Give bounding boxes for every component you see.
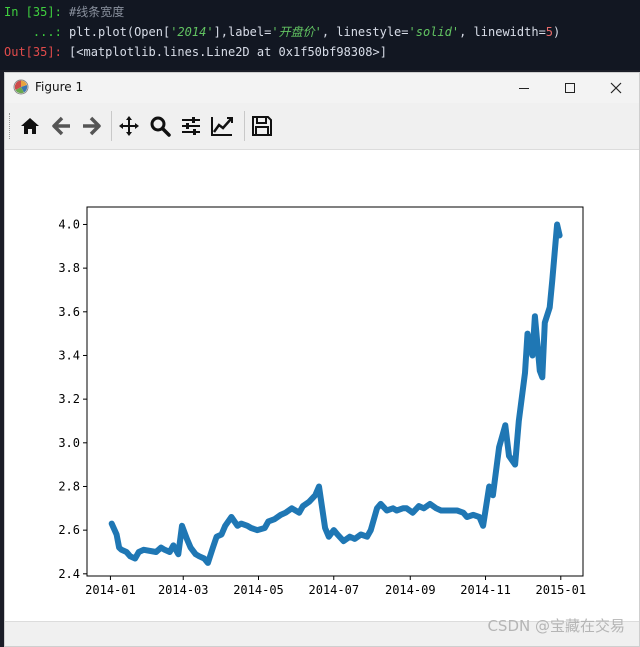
x-tick-label: 2014-03 (158, 583, 209, 597)
series-line (108, 221, 563, 566)
code-comment: #线条宽度 (69, 5, 125, 19)
figure-window: Figure 1 2.4 2.6 2.8 3.0 3.2 3.4 3.6 3.8… (4, 72, 640, 647)
zoom-button[interactable] (146, 112, 174, 140)
edit-axis-icon (211, 117, 233, 136)
code-part: , linestyle= (321, 25, 409, 39)
navigation-toolbar (5, 103, 639, 150)
configure-subplots-button[interactable] (177, 112, 205, 140)
console-code-line: ...: plt.plot(Open['2014'],label='开盘价', … (4, 22, 560, 42)
minimize-icon (519, 88, 529, 89)
y-tick-label: 3.0 (58, 436, 80, 450)
edit-axis-button[interactable] (208, 112, 236, 140)
maximize-button[interactable] (547, 73, 593, 103)
y-tick-label: 3.6 (58, 305, 80, 319)
y-tick-label: 3.2 (58, 392, 80, 406)
zoom-icon (150, 116, 171, 137)
code-part: ) (553, 25, 561, 39)
code-number: 5 (545, 25, 554, 39)
output-prompt: Out[35]: (4, 45, 62, 59)
pan-button[interactable] (115, 112, 143, 140)
toolbar-separator (244, 111, 245, 141)
x-tick-label: 2014-01 (85, 583, 136, 597)
console-input-line: In [35]: #线条宽度 (4, 2, 124, 22)
x-tick-label: 2014-09 (385, 583, 436, 597)
minimize-button[interactable] (501, 73, 547, 103)
close-button[interactable] (593, 73, 639, 103)
close-icon (610, 82, 622, 94)
code-string: 'solid' (408, 25, 460, 39)
x-tick-label: 2014-05 (233, 583, 284, 597)
code-part: ],label= (213, 25, 272, 39)
input-prompt: In [35]: (4, 5, 62, 19)
output-text: [<matplotlib.lines.Line2D at 0x1f50bf983… (69, 45, 387, 59)
toolbar-grip[interactable] (9, 113, 12, 139)
maximize-icon (565, 83, 575, 93)
y-tick-label: 2.6 (58, 523, 80, 537)
save-icon (252, 116, 272, 136)
configure-subplots-icon (182, 117, 200, 135)
y-tick-label: 3.4 (58, 348, 80, 362)
y-tick-label: 4.0 (58, 217, 80, 231)
window-title: Figure 1 (35, 80, 84, 94)
x-tick-label: 2014-07 (308, 583, 359, 597)
console-output-line: Out[35]: [<matplotlib.lines.Line2D at 0x… (4, 42, 387, 62)
y-tick-label: 2.4 (58, 567, 80, 581)
code-string: '开盘价' (271, 25, 322, 39)
back-arrow-icon (52, 116, 70, 136)
line-chart: 2.4 2.6 2.8 3.0 3.2 3.4 3.6 3.8 4.0 2014-01 2014-… (58, 206, 587, 597)
back-button[interactable] (47, 112, 75, 140)
matplotlib-icon (13, 79, 29, 95)
x-tick-label: 2015-01 (536, 583, 587, 597)
save-button[interactable] (248, 112, 276, 140)
forward-button[interactable] (78, 112, 106, 140)
code-string: '2014' (170, 25, 214, 39)
y-tick-label: 2.8 (58, 479, 80, 493)
axes-frame (86, 206, 584, 577)
continuation-prompt: ...: (32, 25, 62, 39)
ipython-console: In [35]: #线条宽度 ...: plt.plot(Open['2014'… (0, 0, 640, 70)
figure-canvas[interactable]: 2.4 2.6 2.8 3.0 3.2 3.4 3.6 3.8 4.0 2014-01 2014-… (5, 150, 639, 620)
y-tick-label: 3.8 (58, 261, 80, 275)
watermark-text: CSDN @宝藏在交易 (487, 617, 625, 635)
title-bar[interactable]: Figure 1 (5, 73, 639, 103)
home-icon (21, 118, 39, 134)
code-part: plt.plot(Open[ (69, 25, 171, 39)
pan-icon (119, 116, 139, 136)
toolbar-separator (111, 111, 112, 141)
home-button[interactable] (16, 112, 44, 140)
forward-arrow-icon (83, 116, 101, 136)
x-tick-label: 2014-11 (460, 583, 511, 597)
code-part: , linewidth= (459, 25, 546, 39)
